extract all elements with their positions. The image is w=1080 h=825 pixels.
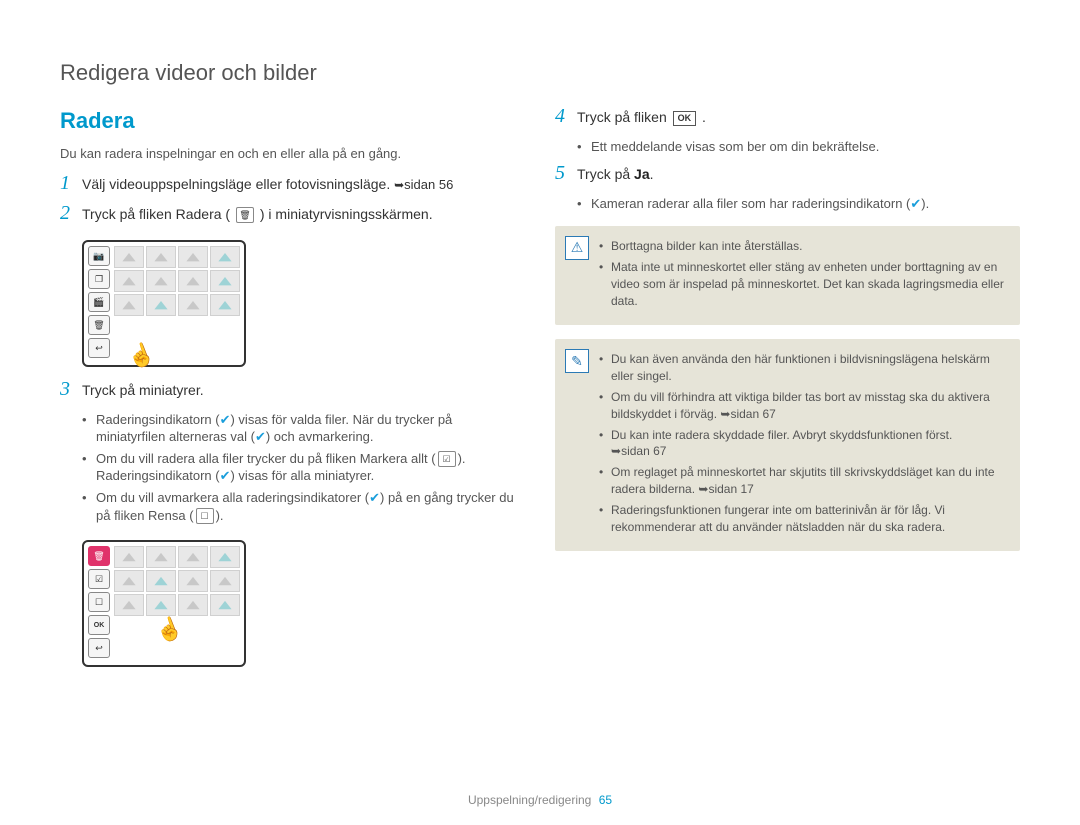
page-ref-arrow-icon: ➥ <box>394 178 404 192</box>
side-tab-camera: 📷 <box>88 246 110 266</box>
warning-item: Mata inte ut minneskortet eller stäng av… <box>599 259 1006 309</box>
check-icon: ✔ <box>910 196 921 211</box>
note-item: Raderingsfunktionen fungerar inte om bat… <box>599 502 1006 536</box>
page-ref-arrow-icon: ➥ <box>698 482 708 496</box>
side-tab-trash: 🗑 <box>88 315 110 335</box>
step-number: 3 <box>60 379 82 399</box>
step-text-a: Tryck på fliken Radera ( <box>82 206 230 222</box>
bullet: Om du vill avmarkera alla raderingsindik… <box>82 489 525 524</box>
step3-bullets: Raderingsindikatorn (✔) visas för valda … <box>60 411 525 524</box>
ok-button-icon: OK <box>673 111 697 126</box>
step-4: 4 Tryck på fliken OK . <box>555 108 1020 128</box>
warning-item: Borttagna bilder kan inte återställas. <box>599 238 1006 255</box>
side-tab-select-all: ☑ <box>88 569 110 589</box>
step-1: 1 Välj videouppspelningsläge eller fotov… <box>60 175 525 195</box>
side-tabs: 📷 ❐ 🎬 🗑 ↩ <box>88 246 110 361</box>
note-item: Du kan även använda den här funktionen i… <box>599 351 1006 385</box>
clear-icon: ☐ <box>196 508 214 524</box>
step-text-a: Tryck på fliken <box>577 109 671 125</box>
step-number: 2 <box>60 203 82 223</box>
side-tab-overlay: ❐ <box>88 269 110 289</box>
bullet: Ett meddelande visas som ber om din bekr… <box>577 138 1020 156</box>
step-body: Välj videouppspelningsläge eller fotovis… <box>82 175 525 195</box>
note-box: ✎ Du kan även använda den här funktionen… <box>555 339 1020 551</box>
side-tabs: 🗑 ☑ ☐ OK ↩ <box>88 546 110 661</box>
check-icon: ✔ <box>369 490 380 505</box>
section-heading: Radera <box>60 108 525 134</box>
page-ref-arrow-icon: ➥ <box>720 407 730 421</box>
bullet: Om du vill radera alla filer trycker du … <box>82 450 525 485</box>
page: Redigera videor och bilder Radera Du kan… <box>0 0 1080 825</box>
check-icon: ✔ <box>220 412 231 427</box>
step5-bullets: Kameran raderar alla filer som har rader… <box>555 195 1020 213</box>
step-body: Tryck på Ja. <box>577 165 1020 185</box>
warning-icon: ⚠ <box>565 236 589 260</box>
step-text-b: . <box>650 166 654 182</box>
left-column: Radera Du kan radera inspelningar en och… <box>60 108 525 681</box>
page-number: 65 <box>599 793 612 807</box>
note-item: Om du vill förhindra att viktiga bilder … <box>599 389 1006 423</box>
right-column: 4 Tryck på fliken OK . Ett meddelande vi… <box>555 108 1020 681</box>
step-3: 3 Tryck på miniatyrer. <box>60 381 525 401</box>
step4-bullets: Ett meddelande visas som ber om din bekr… <box>555 138 1020 156</box>
note-item: Om reglaget på minneskortet har skjutits… <box>599 464 1006 498</box>
step-number: 4 <box>555 106 577 126</box>
side-tab-back: ↩ <box>88 338 110 358</box>
intro-text: Du kan radera inspelningar en och en ell… <box>60 146 525 161</box>
step-text-b: ) i miniatyrvisningsskärmen. <box>260 206 433 222</box>
check-icon: ✔ <box>255 429 266 444</box>
thumbnail-grid-1: 📷 ❐ 🎬 🗑 ↩ ☝ <box>82 240 246 367</box>
side-tab-clear: ☐ <box>88 592 110 612</box>
side-tab-trash-active: 🗑 <box>88 546 110 566</box>
step-bold: Ja <box>634 166 650 182</box>
thumbnail-grid-2: 🗑 ☑ ☐ OK ↩ ☝ <box>82 540 246 667</box>
page-footer: Uppspelning/redigering 65 <box>0 793 1080 807</box>
warning-box: ⚠ Borttagna bilder kan inte återställas.… <box>555 226 1020 325</box>
step-number: 1 <box>60 173 82 193</box>
step-body: Tryck på miniatyrer. <box>82 381 525 401</box>
step-body: Tryck på fliken OK . <box>577 108 1020 128</box>
side-tab-ok: OK <box>88 615 110 635</box>
side-tab-film: 🎬 <box>88 292 110 312</box>
check-icon: ✔ <box>220 468 231 483</box>
step-number: 5 <box>555 163 577 183</box>
select-all-icon: ☑ <box>438 451 456 467</box>
page-ref-arrow-icon: ➥ <box>611 444 621 458</box>
footer-section: Uppspelning/redigering <box>468 793 591 807</box>
step-text-b: . <box>702 109 706 125</box>
grid-cells <box>114 246 240 361</box>
note-item: Du kan inte radera skyddade filer. Avbry… <box>599 427 1006 461</box>
grid-cells <box>114 546 240 661</box>
side-tab-back: ↩ <box>88 638 110 658</box>
step-body: Tryck på fliken Radera ( 🗑 ) i miniatyrv… <box>82 205 525 225</box>
content-columns: Radera Du kan radera inspelningar en och… <box>60 108 1020 681</box>
step-text: Välj videouppspelningsläge eller fotovis… <box>82 176 394 192</box>
bullet: Raderingsindikatorn (✔) visas för valda … <box>82 411 525 446</box>
bullet: Kameran raderar alla filer som har rader… <box>577 195 1020 213</box>
page-title: Redigera videor och bilder <box>60 60 1020 86</box>
trash-icon: 🗑 <box>236 207 254 223</box>
page-ref: sidan 56 <box>404 177 453 192</box>
step-text: Tryck på miniatyrer. <box>82 382 204 398</box>
step-5: 5 Tryck på Ja. <box>555 165 1020 185</box>
step-text-a: Tryck på <box>577 166 634 182</box>
note-icon: ✎ <box>565 349 589 373</box>
step-2: 2 Tryck på fliken Radera ( 🗑 ) i miniaty… <box>60 205 525 225</box>
